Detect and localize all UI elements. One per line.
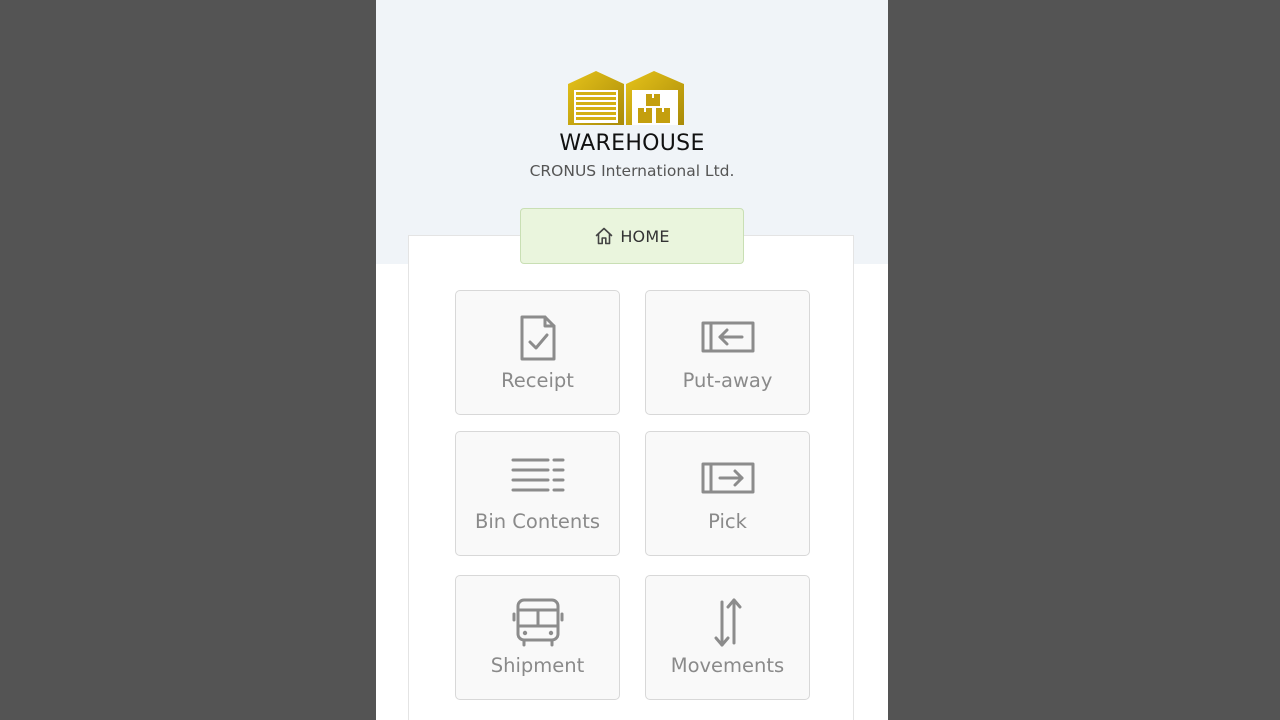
app-title: WAREHOUSE (559, 131, 705, 156)
tile-putaway-label: Put-away (682, 369, 773, 392)
tile-putaway[interactable]: Put-away (645, 290, 810, 415)
home-icon (596, 227, 613, 245)
home-label: HOME (620, 226, 670, 246)
bus-icon (512, 598, 563, 647)
company-name: CRONUS International Ltd. (529, 162, 735, 180)
tile-pick-label: Pick (708, 510, 747, 533)
arrow-into-bin-icon (701, 321, 754, 353)
list-lines-icon (511, 458, 564, 492)
app-screen: WAREHOUSE CRONUS International Ltd. HOME… (376, 0, 888, 720)
tile-bin-contents[interactable]: Bin Contents (455, 431, 620, 556)
tile-movements-label: Movements (670, 654, 785, 677)
tile-pick[interactable]: Pick (645, 431, 810, 556)
up-down-arrows-icon (714, 598, 741, 647)
tile-bin-contents-label: Bin Contents (474, 510, 601, 533)
tile-shipment[interactable]: Shipment (455, 575, 620, 700)
warehouse-logo-icon (568, 71, 684, 125)
tile-shipment-label: Shipment (490, 654, 585, 677)
home-tab[interactable]: HOME (520, 208, 744, 264)
tile-receipt-label: Receipt (501, 369, 574, 392)
document-check-icon (520, 315, 555, 361)
tile-receipt[interactable]: Receipt (455, 290, 620, 415)
tile-movements[interactable]: Movements (645, 575, 810, 700)
arrow-out-of-bin-icon (701, 462, 754, 494)
